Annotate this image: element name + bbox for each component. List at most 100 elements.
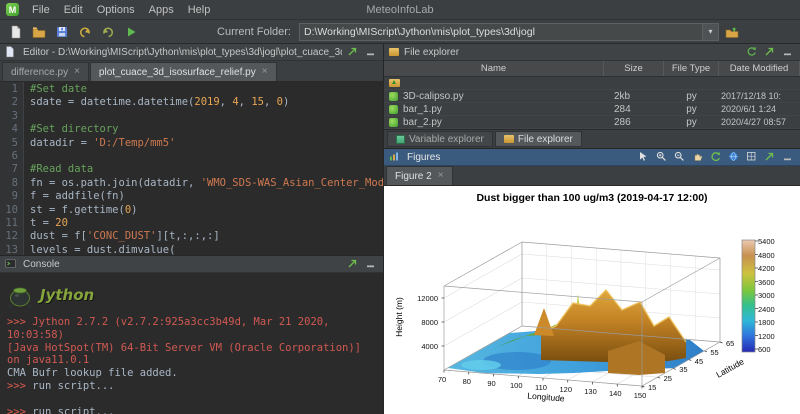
figures-float-icon[interactable]: [764, 151, 777, 164]
column-header[interactable]: Date Modified: [719, 61, 800, 76]
tab-label: difference.py: [11, 67, 68, 78]
menu-item-file[interactable]: File: [25, 2, 57, 18]
file-size: 286: [604, 117, 664, 128]
open-file-button[interactable]: [29, 22, 49, 42]
current-folder-label: Current Folder:: [217, 26, 296, 38]
menu-item-options[interactable]: Options: [90, 2, 142, 18]
line-number: 2: [0, 96, 18, 109]
menu-item-apps[interactable]: Apps: [142, 2, 181, 18]
table-row[interactable]: bar_1.py284py2020/6/1 1:24: [384, 103, 800, 116]
right-column: File explorer NameSizeFile TypeDate Modi…: [384, 44, 800, 414]
menu-item-edit[interactable]: Edit: [57, 2, 90, 18]
line-number: 8: [0, 177, 18, 190]
figure-tab[interactable]: Figure 2 ×: [386, 166, 453, 185]
table-row[interactable]: bar_2.py286py2020/4/27 08:57: [384, 116, 800, 129]
z-tick: 8000: [402, 318, 438, 327]
file-explorer-panel: File explorer NameSizeFile TypeDate Modi…: [384, 44, 800, 148]
editor-tabbar: difference.py×plot_cuace_3d_isosurface_r…: [0, 61, 383, 82]
console-panel-title: Console: [23, 259, 342, 270]
editor-float-icon[interactable]: [347, 46, 360, 59]
new-file-button[interactable]: [6, 22, 26, 42]
colorbar-tick: 4800: [758, 251, 775, 260]
menu-items: FileEditOptionsAppsHelp: [25, 2, 217, 18]
plot-title: Dust bigger than 100 ug/m3 (2019-04-17 1…: [384, 192, 800, 204]
py-file-icon: [389, 118, 398, 127]
browse-folder-button[interactable]: [722, 22, 742, 42]
file-explorer-minimize-icon[interactable]: [782, 46, 795, 59]
column-header[interactable]: Name: [384, 61, 604, 76]
line-number: 6: [0, 150, 18, 163]
console-float-icon[interactable]: [347, 258, 360, 271]
tab-file-explorer[interactable]: File explorer: [495, 131, 582, 147]
run-script-button[interactable]: [121, 22, 141, 42]
save-button[interactable]: [52, 22, 72, 42]
jython-logo-text: Jython: [40, 289, 94, 302]
line-number: 4: [0, 123, 18, 136]
code-lines: #Set datesdate = datetime.datetime(2019,…: [24, 82, 383, 255]
pointer-tool-icon[interactable]: [638, 151, 651, 164]
tab-label: Variable explorer: [409, 134, 484, 145]
x-tick: 90: [480, 379, 504, 388]
rotate-tool-icon[interactable]: [710, 151, 723, 164]
tab-close-icon[interactable]: ×: [74, 67, 80, 77]
current-folder-combobox[interactable]: ▾: [299, 23, 719, 41]
x-tick: 120: [554, 385, 578, 394]
x-tick: 80: [455, 377, 479, 386]
meteoinfo-logo-icon: M: [6, 3, 19, 16]
tab-label: plot_cuace_3d_isosurface_relief.py: [99, 67, 256, 78]
z-tick: 12000: [402, 294, 438, 303]
x-tick: 110: [529, 383, 553, 392]
colorbar-tick: 1200: [758, 332, 775, 341]
code-line: f = addfile(fn): [30, 190, 383, 203]
editor-tab[interactable]: difference.py ×: [2, 62, 89, 81]
redo-button[interactable]: [98, 22, 118, 42]
tab-variable-explorer[interactable]: Variable explorer: [387, 131, 493, 147]
current-folder-input[interactable]: [300, 24, 702, 39]
console-line: [7, 393, 376, 406]
table-row[interactable]: [384, 77, 800, 90]
menu-item-help[interactable]: Help: [181, 2, 218, 18]
table-row[interactable]: 3D-calipso.py2kbpy2017/12/18 10:: [384, 90, 800, 103]
file-name: bar_2.py: [403, 117, 442, 128]
zoom-out-icon[interactable]: [674, 151, 687, 164]
code-line: [30, 110, 383, 123]
console-output[interactable]: Jython >>> Jython 2.7.2 (v2.7.2:925a3cc3…: [0, 273, 383, 414]
combobox-dropdown-icon[interactable]: ▾: [702, 24, 718, 40]
tab-close-icon[interactable]: ×: [262, 67, 268, 77]
menubar: M FileEditOptionsAppsHelp MeteoInfoLab: [0, 0, 800, 20]
column-header[interactable]: File Type: [664, 61, 719, 76]
console-panel-icon: [5, 258, 18, 271]
y-tick: 25: [664, 374, 672, 383]
figure-plot-area[interactable]: Dust bigger than 100 ug/m3 (2019-04-17 1…: [384, 186, 800, 414]
editor-tab[interactable]: plot_cuace_3d_isosurface_relief.py ×: [90, 62, 277, 81]
pan-hand-icon[interactable]: [692, 151, 705, 164]
editor-minimize-icon[interactable]: [365, 46, 378, 59]
full-extent-icon[interactable]: [746, 151, 759, 164]
plot-overlay: Dust bigger than 100 ug/m3 (2019-04-17 1…: [384, 186, 800, 414]
code-editor[interactable]: 12345678910111213 #Set datesdate = datet…: [0, 82, 383, 255]
figures-minimize-icon[interactable]: [782, 151, 795, 164]
figures-title: Figures: [407, 152, 633, 163]
figure-tab-close-icon[interactable]: ×: [438, 171, 444, 181]
zoom-in-icon[interactable]: [656, 151, 669, 164]
grid-icon: [396, 135, 405, 144]
x-tick: 130: [579, 387, 603, 396]
code-line: #Set date: [30, 83, 383, 96]
folder-icon: [504, 135, 514, 143]
file-explorer-float-icon[interactable]: [764, 46, 777, 59]
console-minimize-icon[interactable]: [365, 258, 378, 271]
refresh-icon[interactable]: [746, 46, 759, 59]
column-header[interactable]: Size: [604, 61, 664, 76]
figures-titlebar: Figures: [384, 149, 800, 166]
code-line: st = f.gettime(0): [30, 204, 383, 217]
undo-button[interactable]: [75, 22, 95, 42]
line-number: 9: [0, 190, 18, 203]
tab-label: File explorer: [518, 134, 573, 145]
file-explorer-panel-icon: [389, 48, 399, 56]
file-type: py: [664, 91, 719, 102]
globe-icon[interactable]: [728, 151, 741, 164]
py-file-icon: [389, 92, 398, 101]
py-file-icon: [389, 105, 398, 114]
code-line: #Set directory: [30, 123, 383, 136]
x-tick: 100: [504, 381, 528, 390]
